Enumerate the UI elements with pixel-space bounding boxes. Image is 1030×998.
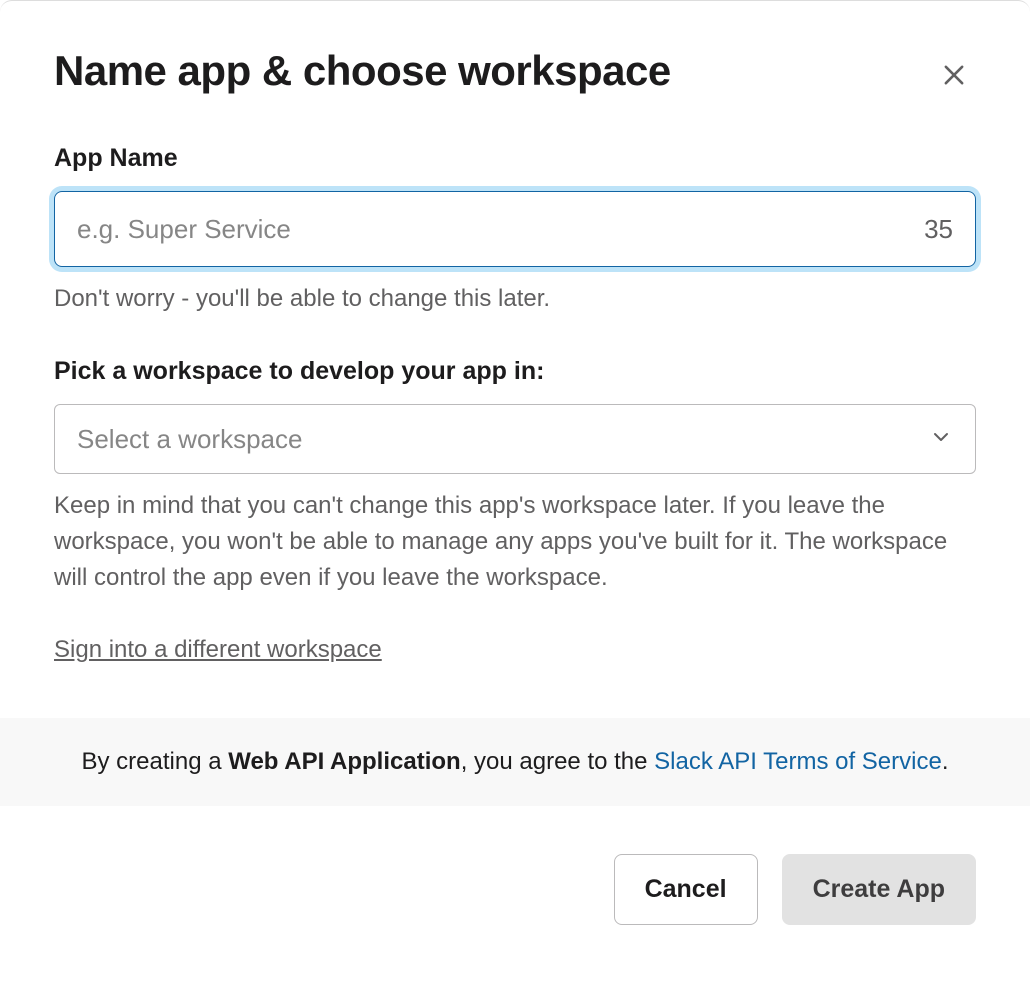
- chevron-down-icon: [929, 425, 953, 454]
- app-name-label: App Name: [54, 144, 976, 173]
- signin-different-workspace-link[interactable]: Sign into a different workspace: [54, 636, 382, 663]
- create-app-button[interactable]: Create App: [782, 854, 976, 925]
- modal-body: App Name 35 Don't worry - you'll be able…: [0, 100, 1030, 664]
- terms-bold: Web API Application: [228, 748, 460, 775]
- signin-link-row: Sign into a different workspace: [54, 636, 976, 664]
- workspace-select-placeholder: Select a workspace: [77, 424, 929, 455]
- modal-title: Name app & choose workspace: [54, 47, 671, 95]
- modal-footer: Cancel Create App: [0, 806, 1030, 961]
- close-button[interactable]: [932, 53, 976, 100]
- cancel-button[interactable]: Cancel: [614, 854, 758, 925]
- char-count: 35: [924, 214, 953, 245]
- app-name-group: App Name 35 Don't worry - you'll be able…: [54, 144, 976, 317]
- workspace-label: Pick a workspace to develop your app in:: [54, 357, 976, 386]
- terms-middle: , you agree to the: [461, 748, 654, 775]
- close-icon: [940, 61, 968, 92]
- modal-header: Name app & choose workspace: [0, 1, 1030, 100]
- terms-prefix: By creating a: [81, 748, 228, 775]
- workspace-select[interactable]: Select a workspace: [54, 404, 976, 474]
- terms-suffix: .: [942, 748, 949, 775]
- app-name-help: Don't worry - you'll be able to change t…: [54, 281, 976, 317]
- app-name-input[interactable]: [77, 214, 912, 245]
- terms-bar: By creating a Web API Application, you a…: [0, 718, 1030, 806]
- app-name-input-wrapper: 35: [54, 191, 976, 267]
- workspace-help: Keep in mind that you can't change this …: [54, 488, 976, 596]
- workspace-group: Pick a workspace to develop your app in:…: [54, 357, 976, 664]
- terms-link[interactable]: Slack API Terms of Service: [654, 748, 942, 775]
- create-app-modal: Name app & choose workspace App Name 35 …: [0, 0, 1030, 961]
